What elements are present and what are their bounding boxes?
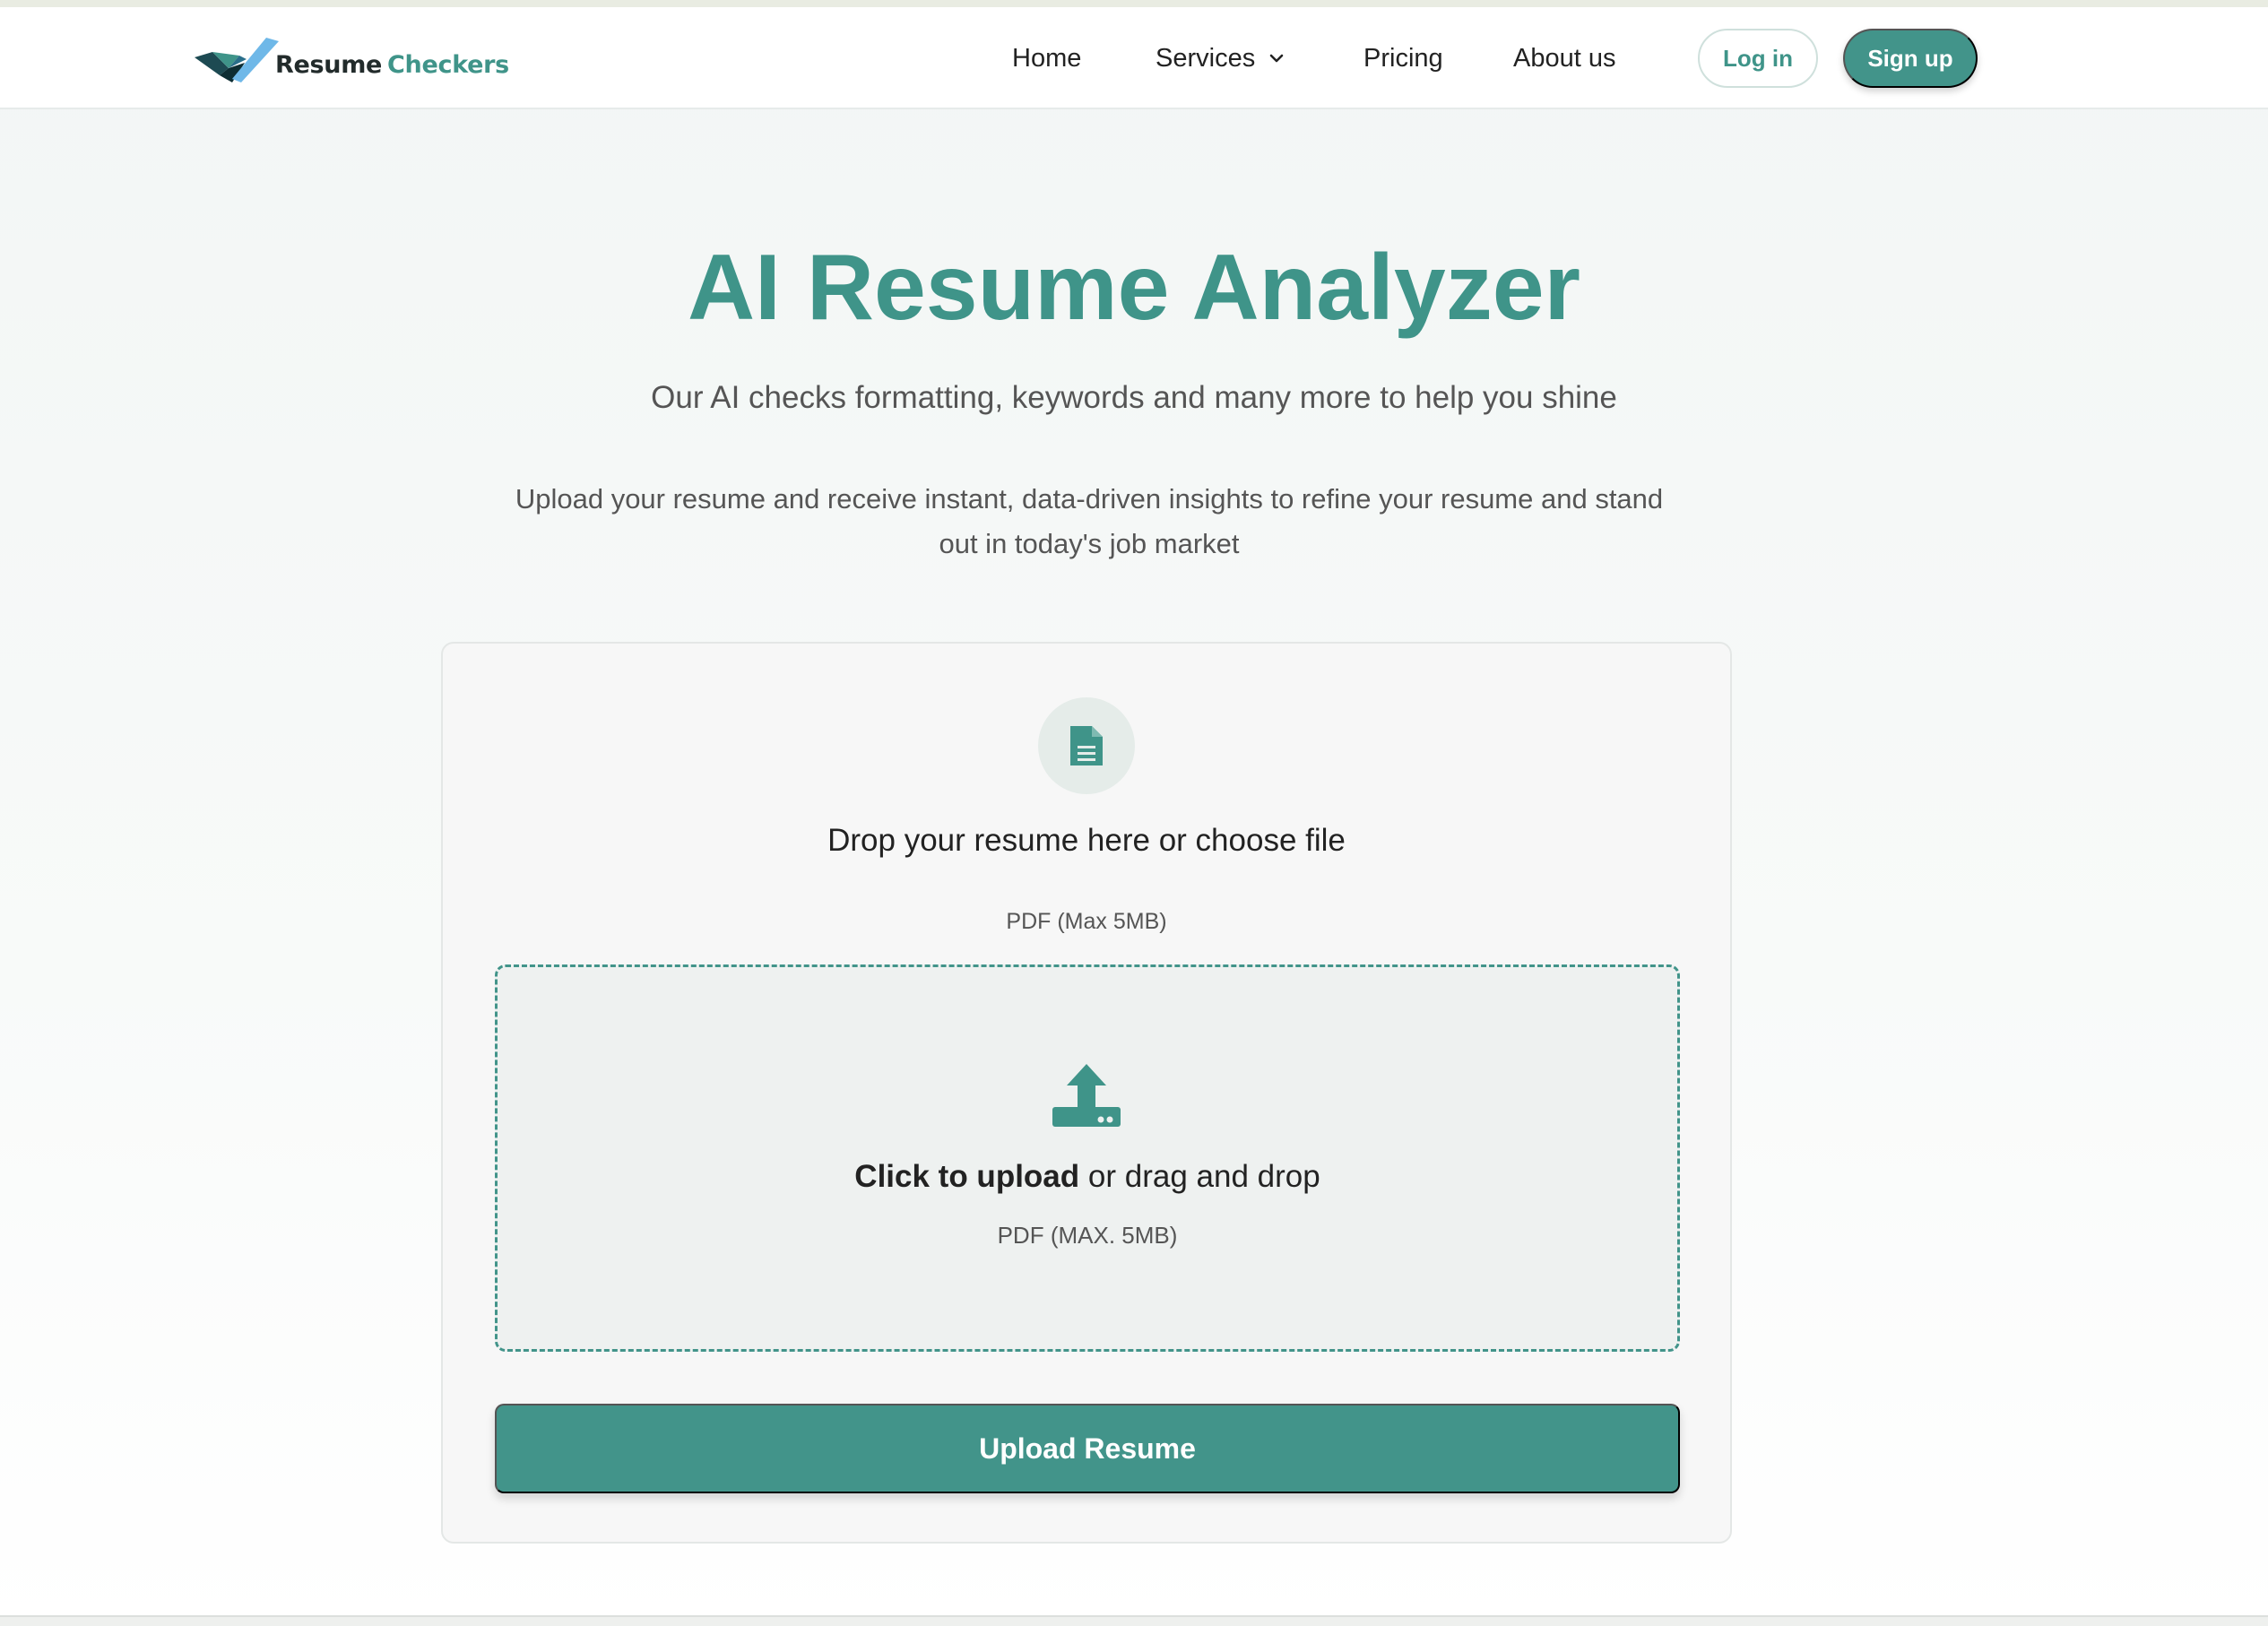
chevron-down-icon [1269, 54, 1284, 63]
signup-button[interactable]: Sign up [1843, 29, 1978, 88]
brand-name-part1: Resume [275, 50, 383, 79]
drag-and-drop-text: or drag and drop [1087, 1159, 1320, 1194]
file-dropzone[interactable]: Click to upload or drag and drop PDF (MA… [495, 964, 1680, 1352]
login-button[interactable]: Log in [1698, 29, 1818, 88]
page-subtitle: Our AI checks formatting, keywords and m… [651, 380, 1617, 415]
checkmark-logo-icon [195, 38, 279, 82]
upload-resume-button[interactable]: Upload Resume [495, 1404, 1680, 1493]
dropzone-file-note: PDF (MAX. 5MB) [997, 1222, 1178, 1249]
bottom-border [0, 1615, 2268, 1626]
nav-about-link[interactable]: About us [1513, 7, 1615, 109]
nav-home-link[interactable]: Home [1012, 7, 1081, 109]
file-requirements-note: PDF (Max 5MB) [1006, 909, 1167, 934]
site-header: Resume Checkers Home Services Pricing Abo… [0, 7, 2268, 109]
top-border [0, 0, 2268, 7]
click-to-upload-text[interactable]: Click to upload [854, 1159, 1079, 1194]
brand-logo[interactable]: Resume Checkers [193, 27, 509, 90]
nav-services-label: Services [1156, 43, 1256, 73]
nav-services-dropdown[interactable]: Services [1156, 7, 1285, 109]
page-title: AI Resume Analyzer [687, 236, 1581, 340]
document-icon [1070, 726, 1103, 765]
upload-card: Drop your resume here or choose file PDF… [441, 642, 1732, 1544]
brand-name-part2: Checkers [387, 50, 509, 79]
nav-pricing-link[interactable]: Pricing [1363, 7, 1443, 109]
dropzone-instruction: Click to upload or drag and drop [498, 1159, 1677, 1195]
upload-icon [1052, 1064, 1121, 1127]
drop-title: Drop your resume here or choose file [827, 823, 1346, 858]
document-icon-badge [1038, 697, 1135, 794]
page-description: Upload your resume and receive instant, … [515, 483, 1664, 559]
brand-name: Resume Checkers [275, 51, 509, 79]
